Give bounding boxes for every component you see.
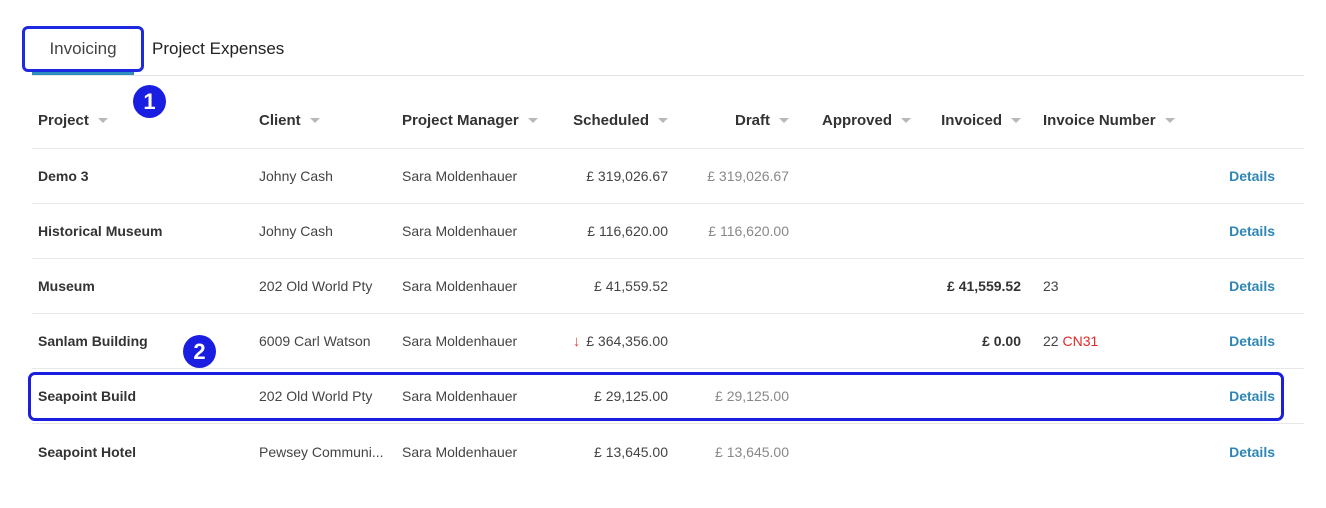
project-manager-name: Sara Moldenhauer [402,443,518,460]
column-header-scheduled[interactable]: Scheduled [562,93,668,148]
details-link[interactable]: Details [1192,314,1275,368]
project-name: Demo 3 [38,168,89,184]
table-row: Historical Museum Johny Cash Sara Molden… [32,204,1304,259]
project-name: Historical Museum [38,223,163,239]
scheduled-amount: £ 41,559.52 [594,278,668,294]
column-header-invoice-number[interactable]: Invoice Number [1043,93,1183,148]
draft-amount: £ 13,645.00 [715,443,789,460]
client-name: 202 Old World Pty [259,278,373,294]
column-header-approved[interactable]: Approved [822,93,922,148]
invoicing-table: Project Client Project Manager Scheduled… [32,93,1304,479]
column-header-project[interactable]: Project [38,93,238,148]
active-tab-indicator [32,72,134,75]
invoice-number: 23 [1043,278,1059,294]
draft-amount: £ 116,620.00 [708,223,789,239]
project-manager-name: Sara Moldenhauer [402,168,518,184]
column-header-project-manager[interactable]: Project Manager [402,93,572,148]
client-name: Johny Cash [259,168,333,184]
scheduled-amount: £ 13,645.00 [594,443,668,460]
scheduled-amount: ↓ £ 364,356.00 [572,332,668,350]
client-name: Johny Cash [259,223,333,239]
sort-caret-icon[interactable] [527,118,538,123]
project-manager-name: Sara Moldenhauer [402,223,518,239]
invoiced-amount: £ 41,559.52 [947,278,1021,294]
row-highlight-outline [28,372,1284,421]
invoiced-amount: £ 0.00 [982,333,1021,349]
column-header-client[interactable]: Client [259,93,389,148]
details-link[interactable]: Details [1192,149,1275,203]
sort-caret-icon[interactable] [1164,118,1175,123]
down-arrow-icon: ↓ [572,332,581,350]
invoice-number: 22 CN31 [1043,333,1099,349]
details-link[interactable]: Details [1192,259,1275,313]
table-row: Seapoint Hotel Pewsey Communi... Sara Mo… [32,424,1304,479]
table-row: Museum 202 Old World Pty Sara Moldenhaue… [32,259,1304,314]
credit-note-link[interactable]: CN31 [1062,333,1098,349]
table-header-row: Project Client Project Manager Scheduled… [32,93,1304,149]
table-row: Sanlam Building 6009 Carl Watson Sara Mo… [32,314,1304,369]
project-name: Museum [38,278,95,294]
sort-caret-icon[interactable] [658,118,668,123]
sort-caret-icon[interactable] [901,118,912,123]
tab-divider [32,75,1304,76]
tab-invoicing[interactable]: Invoicing [22,26,144,72]
column-header-invoiced[interactable]: Invoiced [932,93,1021,148]
draft-amount: £ 319,026.67 [707,168,789,184]
scheduled-amount: £ 116,620.00 [587,223,668,239]
sort-caret-icon[interactable] [1011,118,1021,123]
scheduled-amount: £ 319,026.67 [586,168,668,184]
details-link[interactable]: Details [1192,204,1275,258]
sort-caret-icon[interactable] [309,118,320,123]
tab-project-expenses[interactable]: Project Expenses [152,26,284,72]
sort-caret-icon[interactable] [779,118,789,123]
tab-bar: Invoicing Project Expenses [22,26,1304,76]
project-manager-name: Sara Moldenhauer [402,333,518,349]
client-name: Pewsey Communi... [259,443,384,460]
client-name: 6009 Carl Watson [259,333,371,349]
project-name: Sanlam Building [38,333,148,349]
project-manager-name: Sara Moldenhauer [402,278,518,294]
sort-caret-icon[interactable] [97,118,108,123]
project-name: Seapoint Hotel [38,443,137,460]
column-header-draft[interactable]: Draft [672,93,789,148]
table-row: Demo 3 Johny Cash Sara Moldenhauer £ 319… [32,149,1304,204]
details-link[interactable]: Details [1192,424,1275,479]
